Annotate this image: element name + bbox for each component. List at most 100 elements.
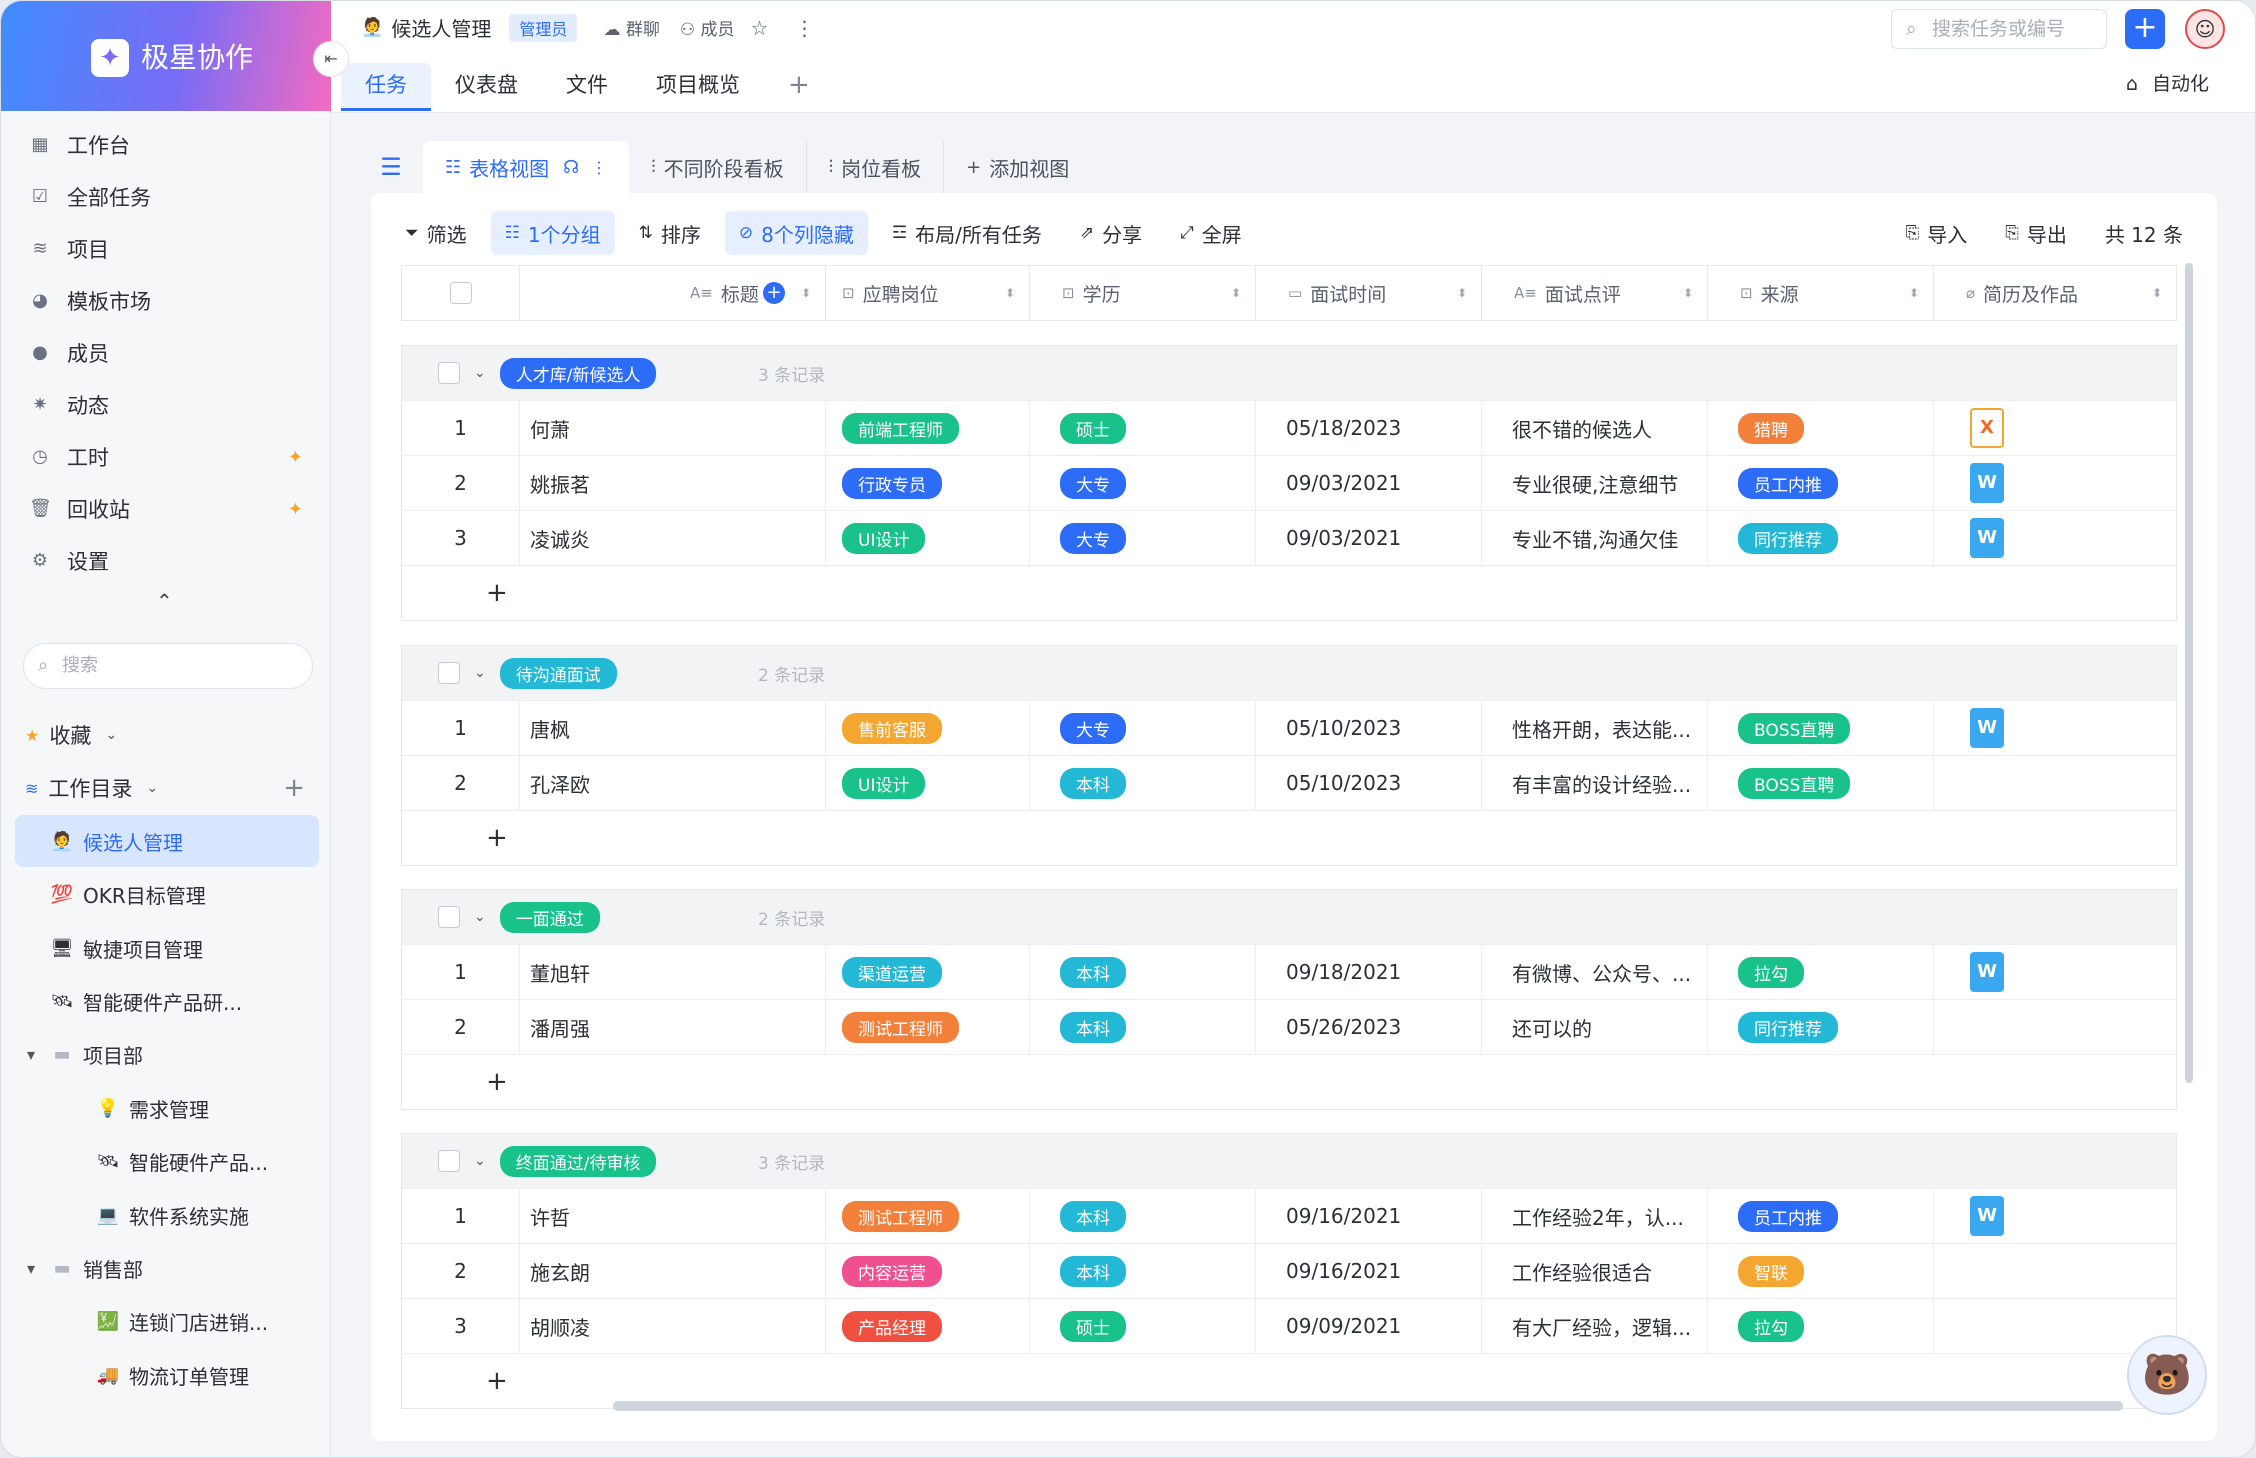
cell-source[interactable]: 拉勾 [1708,1299,1934,1353]
cell-position[interactable]: 前端工程师 [826,401,1030,455]
cell-title[interactable]: 孔泽欧 [520,756,826,810]
caret-down-icon[interactable]: ▾ [27,1045,35,1064]
sidebar-item-1[interactable]: ☑ 全部任务 [1,171,331,223]
add-row-button[interactable]: + [402,810,2176,865]
layout-button[interactable]: ☲ 布局/所有任务 [878,211,1056,255]
import-button[interactable]: ⎘ 导入 [1892,211,1982,255]
cell-interview-time[interactable]: 05/18/2023 [1256,401,1482,455]
avatar[interactable]: ☺ [2185,9,2225,49]
col-source[interactable]: ⊡ 来源 ⬍ [1708,266,1934,320]
cell-source[interactable]: 员工内推 [1708,456,1934,510]
cell-review[interactable]: 有大厂经验，逻辑... [1482,1299,1708,1353]
table-row[interactable]: 1 董旭轩 渠道运营 本科 09/18/2021 有微博、公众号、... 拉勾 W [402,944,2176,999]
sidebar-search-input[interactable]: ⌕ 搜索 [23,643,313,689]
cell-education[interactable]: 大专 [1030,701,1256,755]
cell-source[interactable]: 猎聘 [1708,401,1934,455]
more-icon[interactable]: ⋮ [591,158,607,177]
cell-education[interactable]: 本科 [1030,1000,1256,1054]
group-checkbox[interactable] [438,362,460,384]
cell-position[interactable]: 产品经理 [826,1299,1030,1353]
tree-item-9[interactable]: 💹 连锁门店进销... [15,1295,319,1347]
select-all-checkbox[interactable] [449,282,472,304]
chevron-up-icon[interactable]: ⌃ [156,589,173,613]
tree-item-2[interactable]: 🖥 敏捷项目管理 [15,922,319,974]
group-checkbox[interactable] [438,1150,460,1172]
sort-button[interactable]: ⇅ 排序 [625,211,715,255]
word-file-icon[interactable]: W [1970,952,2004,992]
cell-title[interactable]: 许哲 [520,1189,826,1243]
cell-review[interactable]: 还可以的 [1482,1000,1708,1054]
chevron-down-icon[interactable]: ⌄ [474,909,486,925]
export-button[interactable]: ⎘ 导出 [1991,211,2081,255]
vertical-scrollbar[interactable] [2185,263,2193,1083]
favorites-section[interactable]: ★ 收藏 ⌄ [1,713,331,757]
sort-arrows-icon[interactable]: ⬍ [1231,286,1241,300]
group-checkbox[interactable] [438,906,460,928]
cell-position[interactable]: UI设计 [826,756,1030,810]
cell-resume[interactable]: X [1934,401,2176,455]
tab-0[interactable]: 任务 [341,63,431,111]
workdir-section[interactable]: ≋ 工作目录 ⌄ + [1,766,331,810]
col-interview-time[interactable]: ▭ 面试时间 ⬍ [1256,266,1482,320]
table-row[interactable]: 3 胡顺凌 产品经理 硕士 09/09/2021 有大厂经验，逻辑... 拉勾 [402,1298,2176,1353]
table-row[interactable]: 2 姚振茗 行政专员 大专 09/03/2021 专业很硬,注意细节 员工内推 W [402,455,2176,510]
cell-title[interactable]: 胡顺凌 [520,1299,826,1353]
cell-resume[interactable]: W [1934,456,2176,510]
tree-item-7[interactable]: 💻 软件系统实施 [15,1189,319,1241]
cell-resume[interactable]: W [1934,701,2176,755]
cell-position[interactable]: 测试工程师 [826,1000,1030,1054]
add-column-button[interactable]: + [763,282,785,304]
share-button[interactable]: ⇗ 分享 [1066,211,1156,255]
col-education[interactable]: ⊡ 学历 ⬍ [1030,266,1256,320]
col-title[interactable]: A≡ 标题 + ⬍ [520,266,826,320]
cell-resume[interactable]: W [1934,511,2176,565]
tab-stage-board[interactable]: ⫶ 不同阶段看板 [629,141,807,193]
word-file-icon[interactable]: W [1970,1196,2004,1236]
cell-education[interactable]: 硕士 [1030,401,1256,455]
cell-education[interactable]: 本科 [1030,756,1256,810]
group-header[interactable]: ⌄ 待沟通面试 2 条记录 [402,646,2176,700]
chevron-down-icon[interactable]: ⌄ [474,665,486,681]
add-folder-button[interactable]: + [283,773,305,803]
more-icon[interactable]: ⋮ [794,16,814,40]
tab-position-board[interactable]: ⫶ 岗位看板 [807,141,945,193]
cell-interview-time[interactable]: 05/26/2023 [1256,1000,1482,1054]
horizontal-scrollbar[interactable] [613,1401,2123,1411]
cell-review[interactable]: 工作经验很适合 [1482,1244,1708,1298]
table-row[interactable]: 1 许哲 测试工程师 本科 09/16/2021 工作经验2年，认... 员工内推 W [402,1188,2176,1243]
cell-title[interactable]: 潘周强 [520,1000,826,1054]
tree-item-10[interactable]: 🚚 物流订单管理 [15,1349,319,1401]
cell-resume[interactable]: W [1934,945,2176,999]
cell-review[interactable]: 性格开朗，表达能... [1482,701,1708,755]
table-row[interactable]: 3 凌诚炎 UI设计 大专 09/03/2021 专业不错,沟通欠佳 同行推荐 W [402,510,2176,565]
create-button[interactable]: + [2125,9,2165,49]
filter-button[interactable]: ⏷ 筛选 [391,211,481,255]
star-outline-icon[interactable]: ☆ [751,16,769,40]
cell-interview-time[interactable]: 09/16/2021 [1256,1244,1482,1298]
table-row[interactable]: 1 何萧 前端工程师 硕士 05/18/2023 很不错的候选人 猎聘 X [402,400,2176,455]
cell-interview-time[interactable]: 09/03/2021 [1256,456,1482,510]
members-link[interactable]: ⚇ 成员 [680,15,735,40]
cell-resume[interactable] [1934,1244,2176,1298]
cell-review[interactable]: 有微博、公众号、... [1482,945,1708,999]
excel-file-icon[interactable]: X [1970,408,2004,448]
table-row[interactable]: 2 潘周强 测试工程师 本科 05/26/2023 还可以的 同行推荐 [402,999,2176,1054]
add-tab-button[interactable]: + [764,63,834,111]
cell-position[interactable]: 售前客服 [826,701,1030,755]
task-search-input[interactable]: ⌕ 搜索任务或编号 [1891,9,2107,49]
cell-source[interactable]: 智联 [1708,1244,1934,1298]
table-row[interactable]: 2 孔泽欧 UI设计 本科 05/10/2023 有丰富的设计经验... BOSS直聘 [402,755,2176,810]
menu-toggle-icon[interactable]: ☰ [371,147,411,187]
tree-item-0[interactable]: 🧑‍💼 候选人管理 [15,815,319,867]
group-header[interactable]: ⌄ 人才库/新候选人 3 条记录 [402,346,2176,400]
cell-interview-time[interactable]: 05/10/2023 [1256,701,1482,755]
sidebar-item-8[interactable]: ⚙ 设置 [1,535,331,587]
cell-education[interactable]: 本科 [1030,1244,1256,1298]
cell-source[interactable]: 同行推荐 [1708,1000,1934,1054]
sidebar-item-7[interactable]: 🗑 回收站 ✦ [1,483,331,535]
add-view-button[interactable]: + 添加视图 [944,141,1091,193]
sort-arrows-icon[interactable]: ⬍ [1457,286,1467,300]
sort-arrows-icon[interactable]: ⬍ [2152,286,2162,300]
fullscreen-button[interactable]: ⤢ 全屏 [1166,211,1256,255]
sidebar-item-3[interactable]: ◕ 模板市场 [1,275,331,327]
